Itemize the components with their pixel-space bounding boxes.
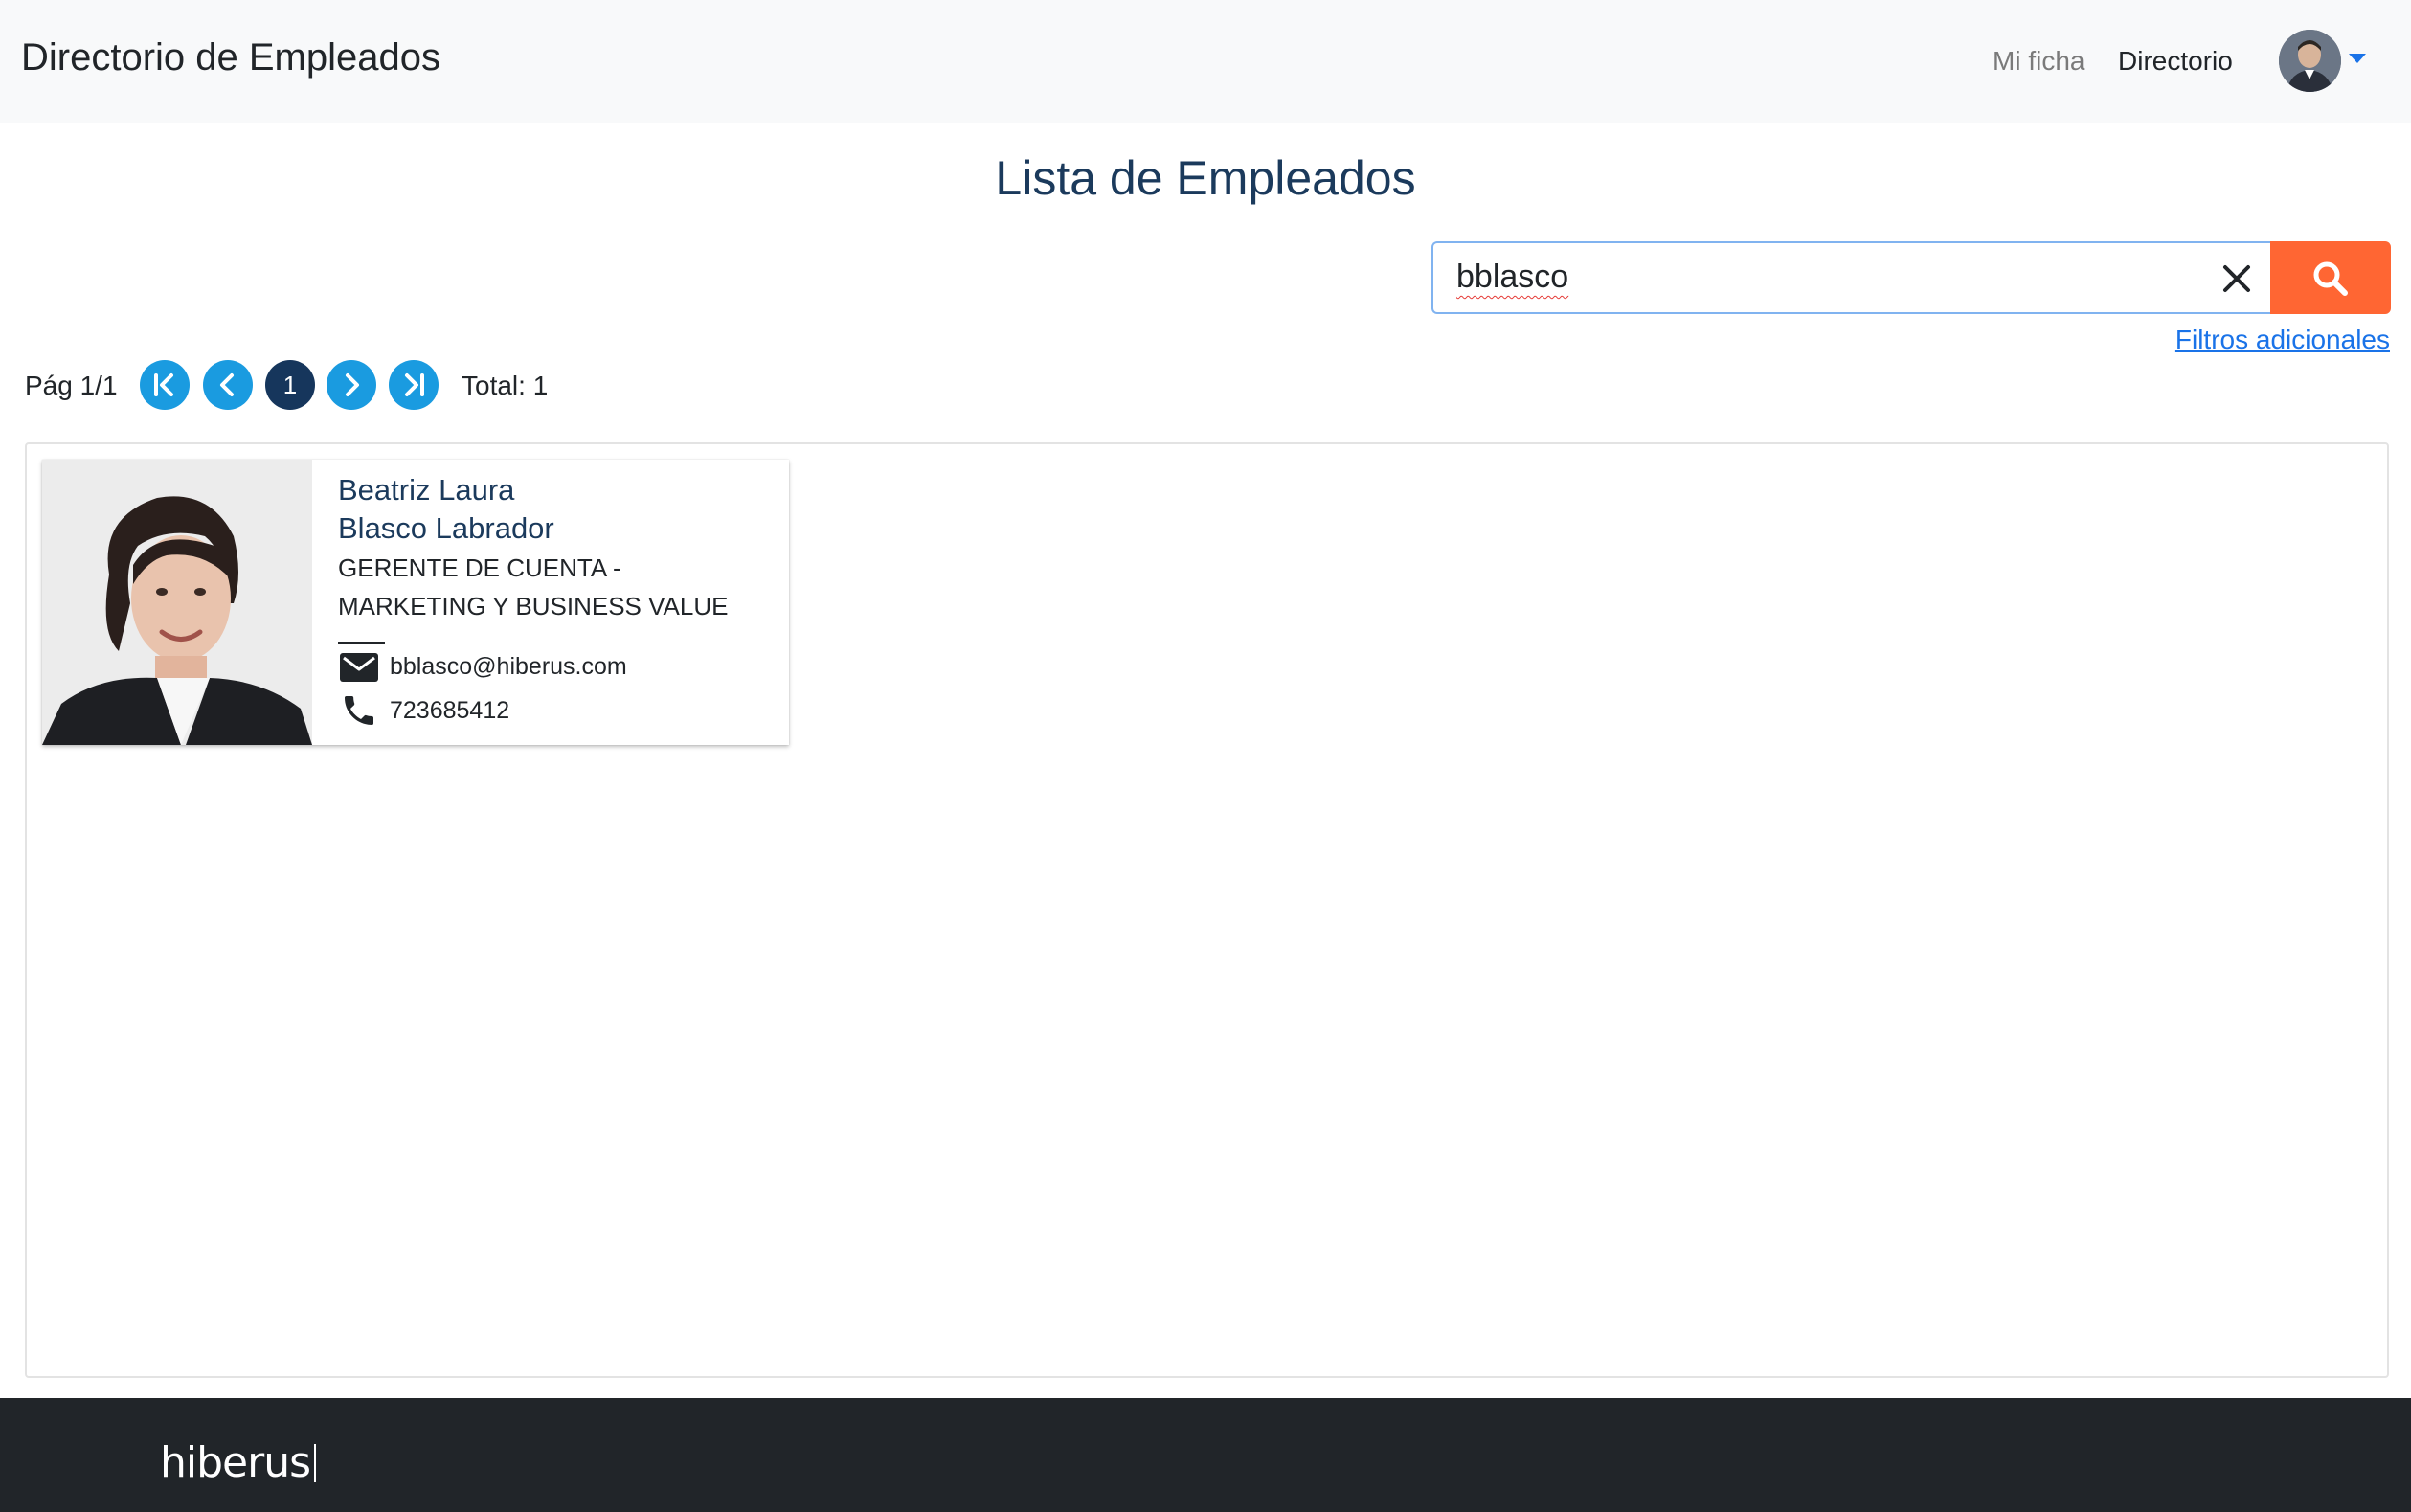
email-row: bblasco@hiberus.com: [338, 647, 627, 686]
last-page-button[interactable]: [389, 360, 439, 410]
employee-last-name[interactable]: Blasco Labrador: [338, 511, 554, 546]
user-avatar[interactable]: [2279, 30, 2341, 92]
first-page-icon: [154, 373, 173, 396]
user-avatar-image: [2279, 30, 2341, 92]
search-button[interactable]: [2270, 241, 2391, 314]
current-page-button[interactable]: 1: [265, 360, 315, 410]
employee-role-line2: MARKETING Y BUSINESS VALUE: [338, 592, 729, 621]
app-brand[interactable]: Directorio de Empleados: [21, 36, 440, 79]
additional-filters-link[interactable]: Filtros adicionales: [2175, 325, 2390, 355]
phone-row: 723685412: [338, 691, 509, 730]
previous-page-button[interactable]: [203, 360, 253, 410]
employee-email[interactable]: bblasco@hiberus.com: [390, 653, 627, 681]
employee-first-name[interactable]: Beatriz Laura: [338, 473, 514, 508]
divider: [338, 642, 385, 644]
employee-role-line1: GERENTE DE CUENTA -: [338, 553, 621, 582]
nav-directorio[interactable]: Directorio: [2118, 46, 2233, 77]
chevron-left-icon: [220, 373, 234, 396]
page-indicator: Pág 1/1: [25, 371, 118, 400]
chevron-right-icon: [346, 373, 359, 396]
nav-mi-ficha[interactable]: Mi ficha: [1993, 46, 2084, 77]
results-panel: Beatriz Laura Blasco Labrador GERENTE DE…: [25, 442, 2389, 1378]
footer-divider: [314, 1444, 316, 1482]
first-page-button[interactable]: [140, 360, 190, 410]
top-navbar: Directorio de Empleados Mi ficha Directo…: [0, 0, 2411, 123]
page-title: Lista de Empleados: [995, 151, 1416, 205]
phone-icon: [345, 696, 373, 725]
footer: hiberus: [0, 1398, 2411, 1512]
search-input[interactable]: bblasco: [1431, 241, 2270, 314]
next-page-button[interactable]: [327, 360, 376, 410]
search-input-value: bblasco: [1456, 259, 1569, 295]
mail-icon: [340, 653, 378, 682]
last-page-icon: [405, 373, 424, 396]
total-count: Total: 1: [462, 371, 549, 400]
employee-photo: [42, 460, 312, 745]
caret-down-icon[interactable]: [2349, 54, 2366, 63]
close-icon[interactable]: [2217, 259, 2257, 299]
search-icon: [2313, 261, 2348, 296]
hiberus-logo: hiberus: [160, 1438, 311, 1487]
employee-card[interactable]: Beatriz Laura Blasco Labrador GERENTE DE…: [42, 460, 789, 745]
employee-phone[interactable]: 723685412: [390, 697, 509, 725]
